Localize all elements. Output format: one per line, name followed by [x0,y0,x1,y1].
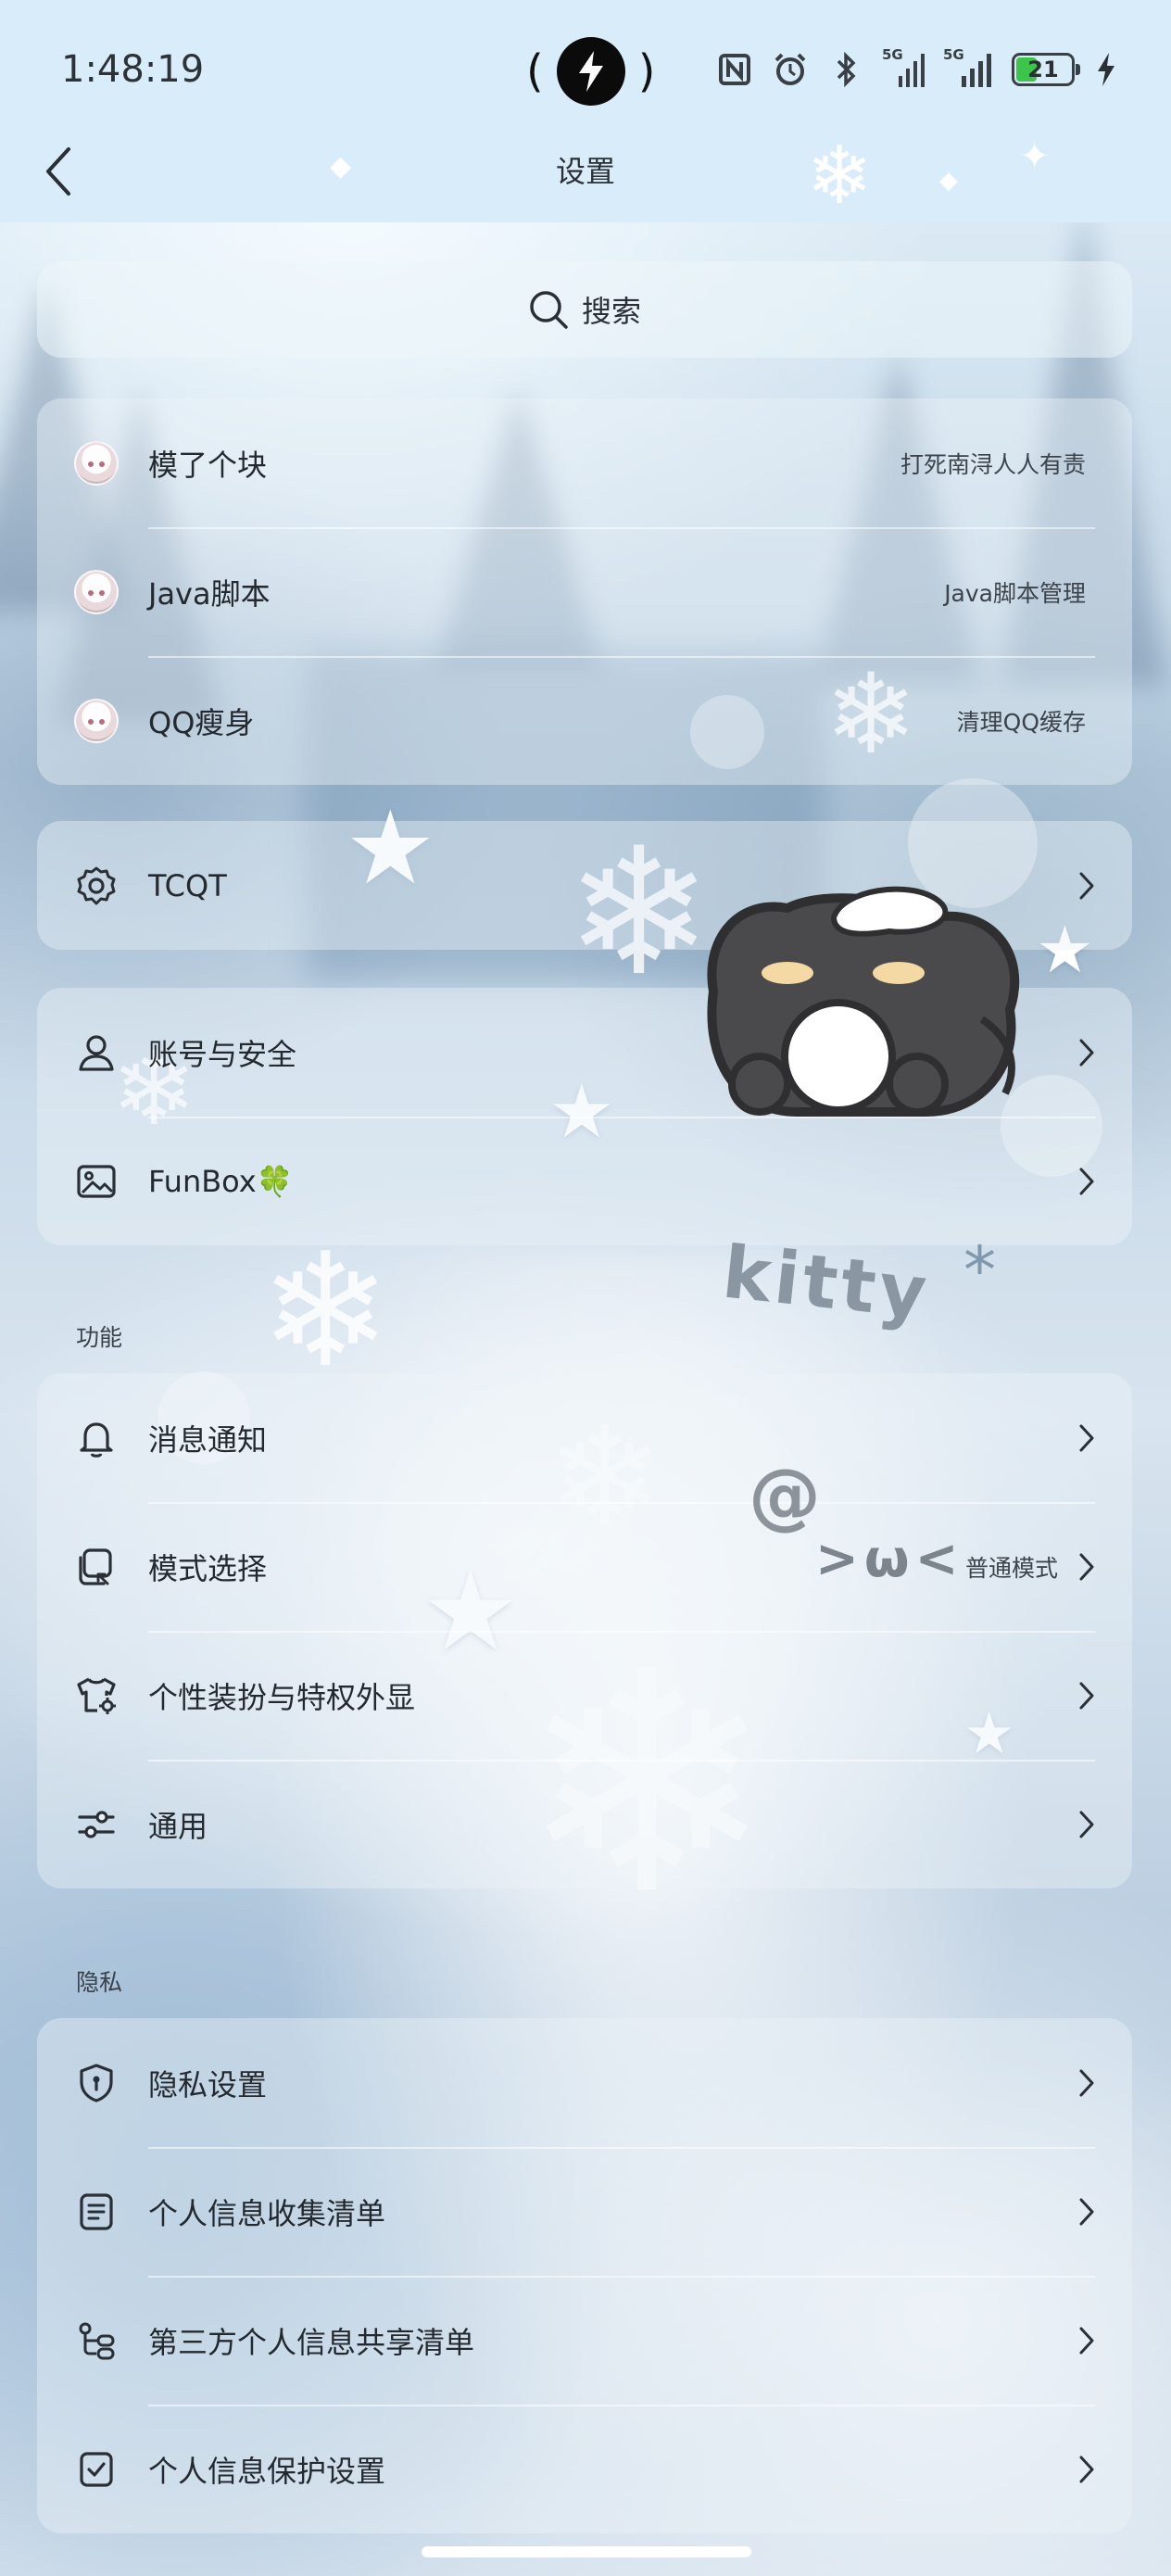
signal-icon: 5G [882,46,925,87]
list-item-notifications[interactable]: 消息通知 [37,1373,1132,1502]
personalization-label: 个性装扮与特权外显 [148,1679,416,1715]
search-icon [530,291,568,329]
chevron-right-icon [1067,1034,1095,1071]
charging-icon [1095,52,1117,87]
plugin-description: 打死南浔人人有责 [900,450,1086,478]
share-list-icon [74,2318,119,2363]
mode-switch-icon [74,1545,119,1589]
person-icon [74,1030,119,1075]
list-item-info-protection[interactable]: 个人信息保护设置 [37,2405,1132,2533]
clover-emoji: 🍀 [256,1163,294,1199]
system-icons: 5G 5G 21 [717,46,1117,93]
battery-level: 21 [1027,57,1059,82]
plugin-description: 清理QQ缓存 [956,708,1086,736]
chevron-right-icon [1067,867,1095,904]
lightning-icon [556,37,625,106]
face-sticker: >ω< [815,1529,964,1589]
avatar [74,698,119,743]
list-item-personalization[interactable]: 个性装扮与特权外显 [37,1631,1132,1760]
search-bar[interactable]: 搜索 [37,261,1132,358]
home-indicator[interactable] [422,2546,751,2557]
chevron-right-icon [1067,2451,1095,2488]
nfc-icon [717,52,752,87]
status-time: 1:48:19 [61,48,205,91]
status-bar: 1:48:19 ( ) 5G 5G 21 [0,0,1171,139]
battery-icon: 21 [1012,53,1080,86]
notifications-label: 消息通知 [148,1421,268,1458]
kitty-sticker [686,880,1056,1158]
chevron-right-icon [1067,1677,1095,1714]
chevron-right-icon [1067,2193,1095,2230]
chevron-right-icon [1067,2322,1095,2359]
bell-icon [74,1416,119,1460]
at-sign-sticker: @ [749,1455,821,1538]
funbox-text: FunBox [148,1163,257,1199]
image-icon [74,1159,119,1204]
list-item-plugin[interactable]: Java脚本 Java脚本管理 [37,527,1132,656]
list-item-mode-select[interactable]: 模式选择 普通模式 [37,1502,1132,1631]
island-paren-left: ( [526,45,544,97]
privacy-card: 隐私设置 个人信息收集清单 第三方个人信息共享清单 个人信息保护设置 [37,2018,1132,2533]
alarm-icon [773,52,808,87]
bluetooth-icon [828,52,863,87]
snowflake-icon: ❄ [259,1219,392,1403]
chevron-right-icon [1067,1548,1095,1585]
plugin-label: Java脚本 [148,575,271,612]
chevron-right-icon [1067,1420,1095,1457]
check-square-icon [74,2447,119,2492]
island-paren-right: ) [637,45,656,97]
list-item-third-party-sharing[interactable]: 第三方个人信息共享清单 [37,2276,1132,2405]
search-label: 搜索 [581,294,641,329]
plugin-description: Java脚本管理 [944,579,1086,607]
mode-select-value: 普通模式 [964,1554,1058,1582]
plugin-label: QQ瘦身 [148,704,255,740]
general-label: 通用 [148,1808,208,1844]
third-party-sharing-label: 第三方个人信息共享清单 [148,2324,475,2360]
plugin-label: 模了个块 [148,447,268,483]
shirt-gear-icon [74,1673,119,1718]
dynamic-island: ( ) [526,37,655,106]
chevron-right-icon [1067,1806,1095,1843]
functions-card: 消息通知 模式选择 普通模式 个性装扮与特权外显 通用 [37,1373,1132,1888]
chevron-right-icon [1067,2065,1095,2102]
section-title-privacy: 隐私 [76,1969,123,1996]
document-icon [74,2190,119,2234]
avatar [74,440,119,486]
info-protection-label: 个人信息保护设置 [148,2453,386,2489]
funbox-label: FunBox🍀 [148,1164,1067,1199]
list-item-plugin[interactable]: QQ瘦身 清理QQ缓存 [37,656,1132,785]
gear-icon [74,864,119,908]
list-item-plugin[interactable]: 模了个块 打死南浔人人有责 [37,398,1132,527]
signal-icon: 5G [943,46,991,87]
sliders-icon [74,1802,119,1847]
plugins-card: 模了个块 打死南浔人人有责 Java脚本 Java脚本管理 QQ瘦身 清理QQ缓… [37,398,1132,785]
section-title-functions: 功能 [76,1324,123,1351]
chevron-right-icon [1067,1163,1095,1200]
info-collection-label: 个人信息收集清单 [148,2195,386,2231]
page-title: 设置 [555,154,615,189]
list-item-privacy-settings[interactable]: 隐私设置 [37,2018,1132,2147]
shield-icon [74,2061,119,2105]
kitty-sticker-star: * [963,1232,996,1308]
avatar [74,569,119,614]
list-item-general[interactable]: 通用 [37,1760,1132,1888]
privacy-settings-label: 隐私设置 [148,2066,268,2102]
list-item-info-collection[interactable]: 个人信息收集清单 [37,2147,1132,2276]
